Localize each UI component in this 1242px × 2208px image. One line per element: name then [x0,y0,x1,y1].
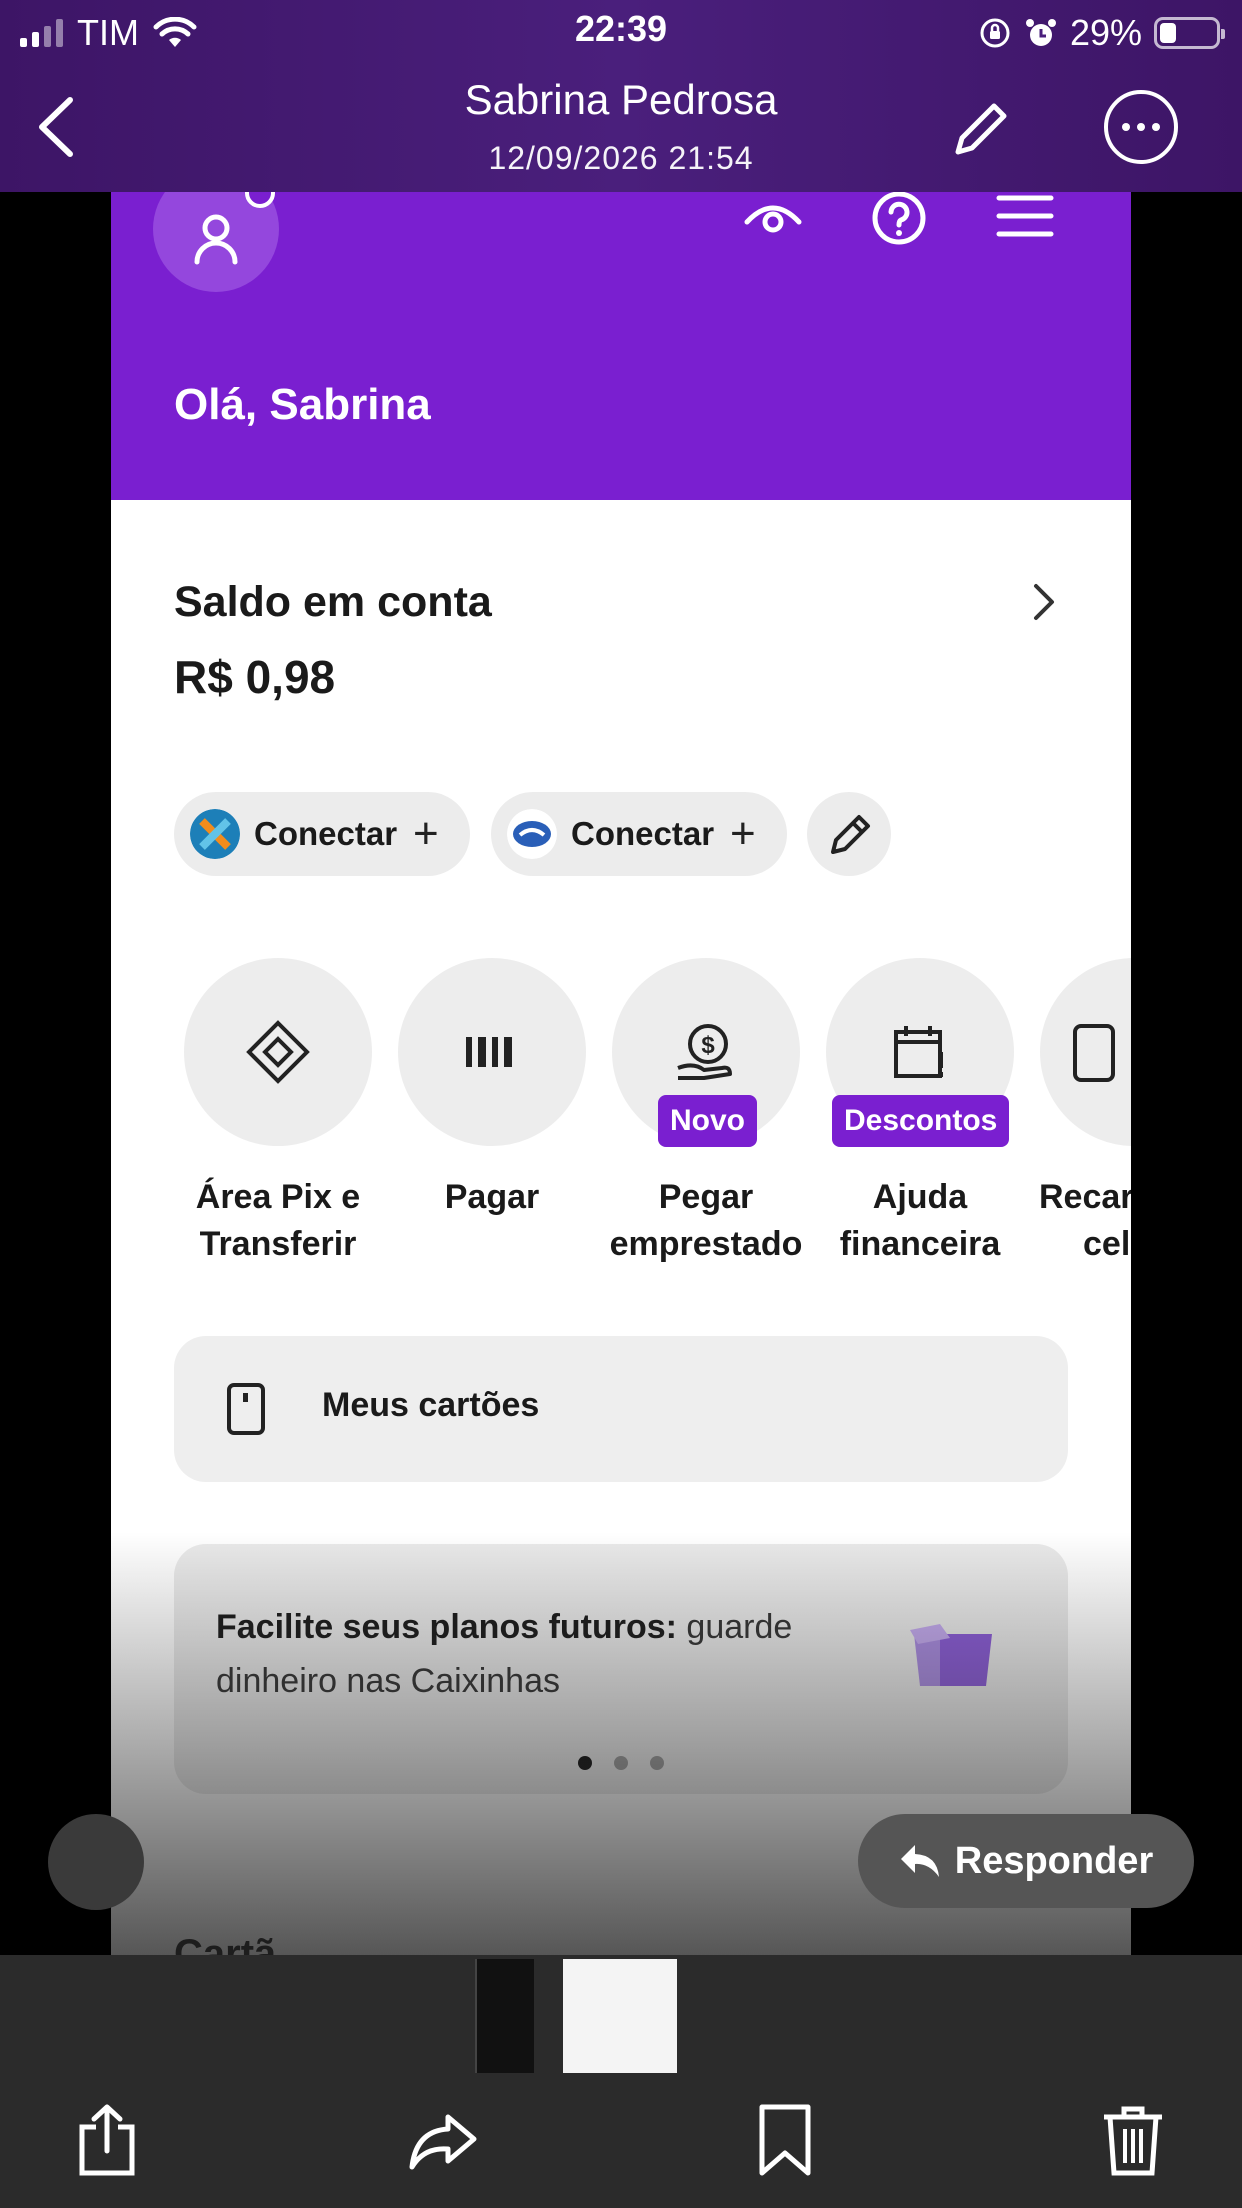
more-options-button[interactable] [1104,90,1178,164]
scrub-handle[interactable] [48,1814,144,1910]
status-bar: TIM 22:39 29% [0,0,1242,62]
rotation-lock-icon [980,18,1010,48]
viewer-top-bar: TIM 22:39 29% Sabrina Pedrosa 12/09/2026… [0,0,1242,192]
action-label-emprestimo: Pegar emprestado [596,1174,816,1268]
promo-bold: Facilite seus planos futuros: [216,1608,677,1646]
action-recarga[interactable] [1040,958,1131,1146]
carousel-dots [174,1756,1068,1770]
photo-timestamp: 12/09/2026 21:54 [488,140,754,176]
action-circle[interactable] [1040,958,1131,1146]
carousel-dot[interactable] [650,1756,664,1770]
carousel-dot[interactable] [614,1756,628,1770]
carousel-dot[interactable] [578,1756,592,1770]
app-header: Olá, Sabrina [111,192,1131,500]
thumbnail-strip [0,1955,1242,2073]
thumbnail-previous[interactable] [475,1959,534,2073]
viewer-header: Sabrina Pedrosa 12/09/2026 21:54 [0,62,1242,192]
action-label-ajuda: Ajuda financeira [810,1174,1030,1268]
edit-shortcuts-button[interactable] [807,792,891,876]
card-section-title: Cartã [174,1932,277,1955]
calendar-alert-icon [894,1026,943,1078]
action-label-line: Transferir [199,1225,357,1263]
help-icon[interactable] [867,192,931,256]
pix-icon [246,1020,310,1084]
svg-text:$: $ [701,1032,715,1059]
promo-text: Facilite seus planos futuros: guarde din… [216,1600,856,1708]
action-label-recarga: Recar cel [1039,1174,1131,1268]
bookmark-icon[interactable] [750,2103,820,2177]
reply-button[interactable]: Responder [858,1814,1194,1908]
connect-chip-caixa[interactable]: Conectar + [174,792,470,876]
action-label-line: financeira [839,1225,1001,1263]
action-label-line: Área Pix e [195,1178,361,1216]
my-cards-label: Meus cartões [322,1386,540,1424]
action-label-line: Pagar [444,1178,540,1216]
caixa-logo-icon [190,809,240,859]
bottom-toolbar [0,2073,1242,2208]
money-hand-icon: $ [677,1024,732,1080]
status-right: 29% [978,12,1225,54]
chip-label: Conectar [571,815,715,852]
my-cards-button[interactable]: Meus cartões [174,1336,1068,1482]
phone-icon [1073,1024,1116,1082]
connect-chip-bank[interactable]: Conectar + [491,792,787,876]
contact-name: Sabrina Pedrosa [464,76,778,123]
plus-icon: + [413,809,439,858]
forward-icon[interactable] [408,2103,478,2177]
alarm-icon [1025,19,1056,46]
balance-title[interactable]: Saldo em conta [174,578,492,627]
plus-icon: + [730,809,756,858]
greeting: Olá, Sabrina [174,380,431,429]
chevron-right-icon[interactable] [1024,580,1064,624]
action-label-line: Recar [1039,1178,1131,1216]
bank-handshake-logo-icon [507,809,557,859]
savings-box-icon [910,1624,992,1686]
action-pagar[interactable] [398,958,586,1146]
battery-icon [1154,17,1225,49]
action-label-line: emprestado [609,1225,803,1263]
app-screenshot: Olá, Sabrina Saldo em conta R$ 0,98 Cone… [111,192,1131,1955]
menu-icon[interactable] [993,192,1057,256]
balance-value: R$ 0,98 [174,651,336,703]
action-label-line: Ajuda [872,1178,968,1216]
action-circle[interactable] [184,958,372,1146]
thumbnail-current[interactable] [563,1959,677,2073]
edit-pencil-button[interactable] [948,98,1012,162]
share-icon[interactable] [72,2103,142,2177]
reply-label: Responder [954,1839,1154,1882]
badge-descontos: Descontos [832,1095,1010,1147]
action-circle[interactable] [398,958,586,1146]
trash-icon[interactable] [1098,2103,1168,2177]
badge-novo: Novo [658,1095,757,1147]
barcode-icon [466,1037,512,1067]
card-icon [227,1383,265,1435]
battery-percent: 29% [1069,12,1142,53]
promo-banner[interactable]: Facilite seus planos futuros: guarde din… [174,1544,1068,1794]
action-label-pagar: Pagar [382,1174,602,1221]
action-pix[interactable] [184,958,372,1146]
action-label-line: Pegar [658,1178,754,1216]
reply-icon [900,1845,939,1877]
action-label-line: cel [1083,1225,1131,1263]
action-label-pix: Área Pix e Transferir [168,1174,388,1268]
eye-icon[interactable] [741,192,805,256]
pencil-icon [831,815,870,854]
chip-label: Conectar [254,815,398,852]
